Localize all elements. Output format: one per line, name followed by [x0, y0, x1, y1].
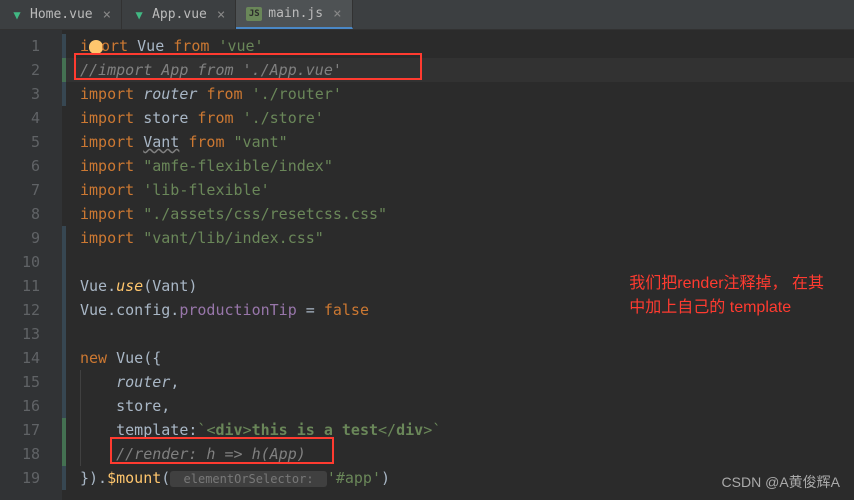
tab-label: App.vue — [152, 7, 207, 22]
tab-home-vue[interactable]: ▼ Home.vue × — [0, 0, 122, 29]
param-hint: elementOrSelector: — [170, 471, 327, 487]
tab-main-js[interactable]: JS main.js × — [236, 0, 352, 29]
code-line[interactable]: new Vue({ — [62, 346, 854, 370]
code-line[interactable]: import router from './router' — [62, 82, 854, 106]
line-number: 17 — [0, 418, 62, 442]
line-number: 14 — [0, 346, 62, 370]
code-line[interactable]: import store from './store' — [62, 106, 854, 130]
line-number: 10 — [0, 250, 62, 274]
close-icon[interactable]: × — [103, 7, 111, 23]
line-number: 1 — [0, 34, 62, 58]
line-number: 9 — [0, 226, 62, 250]
code-line[interactable]: router, — [62, 370, 854, 394]
line-number: 6 — [0, 154, 62, 178]
line-number: 18 — [0, 442, 62, 466]
tab-label: main.js — [268, 6, 323, 21]
line-number: 16 — [0, 394, 62, 418]
code-line[interactable]: //render: h => h(App) — [62, 442, 854, 466]
tab-app-vue[interactable]: ▼ App.vue × — [122, 0, 236, 29]
line-number: 7 — [0, 178, 62, 202]
vue-icon: ▼ — [132, 8, 146, 22]
line-gutter: 1 2 3 4 5 6 7 8 9 10 11 12 13 14 15 16 1… — [0, 30, 62, 500]
line-number: 11 — [0, 274, 62, 298]
line-number: 5 — [0, 130, 62, 154]
code-line[interactable]: import "amfe-flexible/index" — [62, 154, 854, 178]
line-number: 15 — [0, 370, 62, 394]
code-line[interactable]: store, — [62, 394, 854, 418]
code-line[interactable] — [62, 250, 854, 274]
code-line[interactable]: import Vant from "vant" — [62, 130, 854, 154]
annotation-text: 我们把render注释掉， 在其 中加上自己的 template — [629, 272, 824, 320]
line-number: 19 — [0, 466, 62, 490]
close-icon[interactable]: × — [333, 6, 341, 22]
line-number: 3 — [0, 82, 62, 106]
line-number: 12 — [0, 298, 62, 322]
code-content[interactable]: iort Vue from 'vue' //import App from '.… — [62, 30, 854, 500]
code-line[interactable]: import "./assets/css/resetcss.css" — [62, 202, 854, 226]
code-line[interactable]: //import App from './App.vue' — [62, 58, 854, 82]
code-line[interactable]: template:`<div>this is a test</div>` — [62, 418, 854, 442]
tab-label: Home.vue — [30, 7, 93, 22]
code-line[interactable]: iort Vue from 'vue' — [62, 34, 854, 58]
watermark: CSDN @A黄俊辉A — [722, 472, 840, 492]
js-icon: JS — [246, 7, 262, 21]
line-number: 8 — [0, 202, 62, 226]
code-line[interactable]: import 'lib-flexible' — [62, 178, 854, 202]
code-line[interactable] — [62, 322, 854, 346]
vue-icon: ▼ — [10, 8, 24, 22]
line-number: 4 — [0, 106, 62, 130]
tab-bar: ▼ Home.vue × ▼ App.vue × JS main.js × — [0, 0, 854, 30]
line-number: 13 — [0, 322, 62, 346]
close-icon[interactable]: × — [217, 7, 225, 23]
code-line[interactable]: import "vant/lib/index.css" — [62, 226, 854, 250]
code-editor[interactable]: 1 2 3 4 5 6 7 8 9 10 11 12 13 14 15 16 1… — [0, 30, 854, 500]
line-number: 2 — [0, 58, 62, 82]
